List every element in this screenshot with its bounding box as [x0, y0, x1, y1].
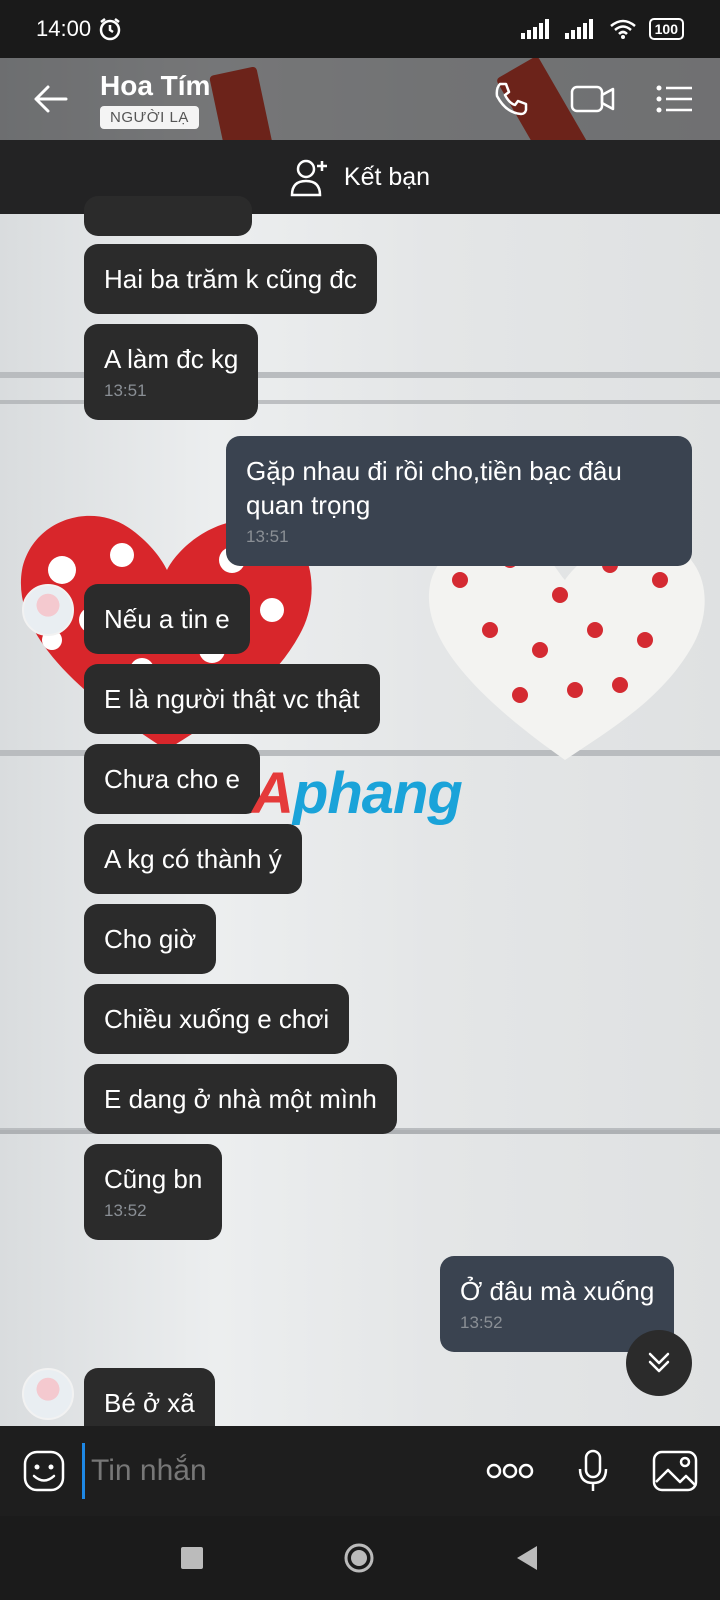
message-text: Chưa cho e [104, 764, 240, 794]
message-bubble-incoming[interactable]: A làm đc kg 13:51 [84, 324, 259, 420]
message-input[interactable]: Tin nhắn [82, 1443, 486, 1499]
add-friend-label: Kết bạn [343, 162, 431, 191]
message-time: 13:51 [246, 527, 289, 546]
message-text: Hai ba trăm k cũng đc [104, 264, 357, 294]
message-bubble-incoming[interactable]: Hai ba trăm k cũng đc [84, 244, 377, 314]
recent-apps-icon[interactable] [181, 1547, 203, 1569]
message-composer: Tin nhắn [0, 1426, 720, 1516]
microphone-icon[interactable] [576, 1449, 610, 1493]
message-text: Bé ở xã [104, 1388, 195, 1418]
message-bubble-incoming[interactable]: E là người thật vc thật [84, 664, 380, 734]
status-bar: 14:00 100 [0, 0, 720, 58]
message-text: A làm đc kg [104, 344, 239, 374]
message-bubble-incoming[interactable]: Cũng bn 13:52 [84, 1144, 223, 1240]
signal-icon [520, 19, 549, 39]
message-bubble-outgoing[interactable]: Gặp nhau đi rồi cho,tiền bạc đâu quan tr… [226, 436, 692, 566]
clock-time: 14:00 [36, 16, 92, 41]
message-bubble-incoming[interactable]: Bé ở xã [84, 1368, 215, 1426]
message-time: 13:51 [104, 381, 147, 400]
message-bubble-partial[interactable] [84, 196, 252, 236]
message-bubble-incoming[interactable]: Cho giờ [84, 904, 217, 974]
message-text: Gặp nhau đi rồi cho,tiền bạc đâu quan tr… [246, 456, 622, 520]
contact-info[interactable]: Hoa Tím NGƯỜI LẠ [100, 70, 492, 129]
signal-icon [564, 19, 593, 39]
message-text: Cũng bn [104, 1164, 203, 1194]
message-text: Nếu a tin e [104, 604, 230, 634]
image-gallery-icon[interactable] [652, 1450, 698, 1492]
message-bubble-incoming[interactable]: A kg có thành ý [84, 824, 302, 894]
battery-indicator: 100 [648, 18, 684, 40]
message-bubble-incoming[interactable]: Chiều xuống e chơi [84, 984, 350, 1054]
double-chevron-down-icon [648, 1352, 670, 1373]
message-text: Chiều xuống e chơi [104, 1004, 330, 1034]
more-options-icon[interactable] [486, 1461, 534, 1481]
message-text: E là người thật vc thật [104, 684, 360, 714]
message-bubble-incoming[interactable]: E dang ở nhà một mình [84, 1064, 397, 1134]
sticker-icon[interactable] [22, 1449, 66, 1493]
message-time: 13:52 [460, 1313, 503, 1332]
contact-name: Hoa Tím [100, 69, 211, 101]
phone-call-icon[interactable] [492, 80, 530, 118]
stranger-badge: NGƯỜI LẠ [100, 105, 199, 129]
message-text: Cho giờ [104, 924, 197, 954]
scroll-to-bottom-button[interactable] [626, 1330, 692, 1396]
back-triangle-icon[interactable] [515, 1545, 539, 1571]
contact-avatar[interactable] [22, 1368, 74, 1420]
menu-list-icon[interactable] [656, 84, 694, 114]
home-icon[interactable] [343, 1542, 375, 1574]
watermark-logo: Aphang [252, 761, 463, 826]
add-user-icon [290, 159, 327, 197]
arrow-left-icon [34, 85, 68, 113]
back-button[interactable] [0, 58, 100, 140]
message-text: E dang ở nhà một mình [104, 1084, 377, 1114]
chat-header: Hoa Tím NGƯỜI LẠ [0, 58, 720, 140]
wifi-icon [609, 19, 636, 39]
system-nav-bar [0, 1516, 720, 1600]
message-text: Ở đâu mà xuống [460, 1276, 655, 1306]
contact-avatar[interactable] [22, 584, 74, 636]
message-bubble-incoming[interactable]: Chưa cho e [84, 744, 260, 814]
message-time: 13:52 [104, 1201, 147, 1220]
message-bubble-incoming[interactable]: Nếu a tin e [84, 584, 250, 654]
video-call-icon[interactable] [570, 81, 616, 117]
alarm-icon [99, 18, 121, 41]
message-text: A kg có thành ý [104, 844, 282, 874]
